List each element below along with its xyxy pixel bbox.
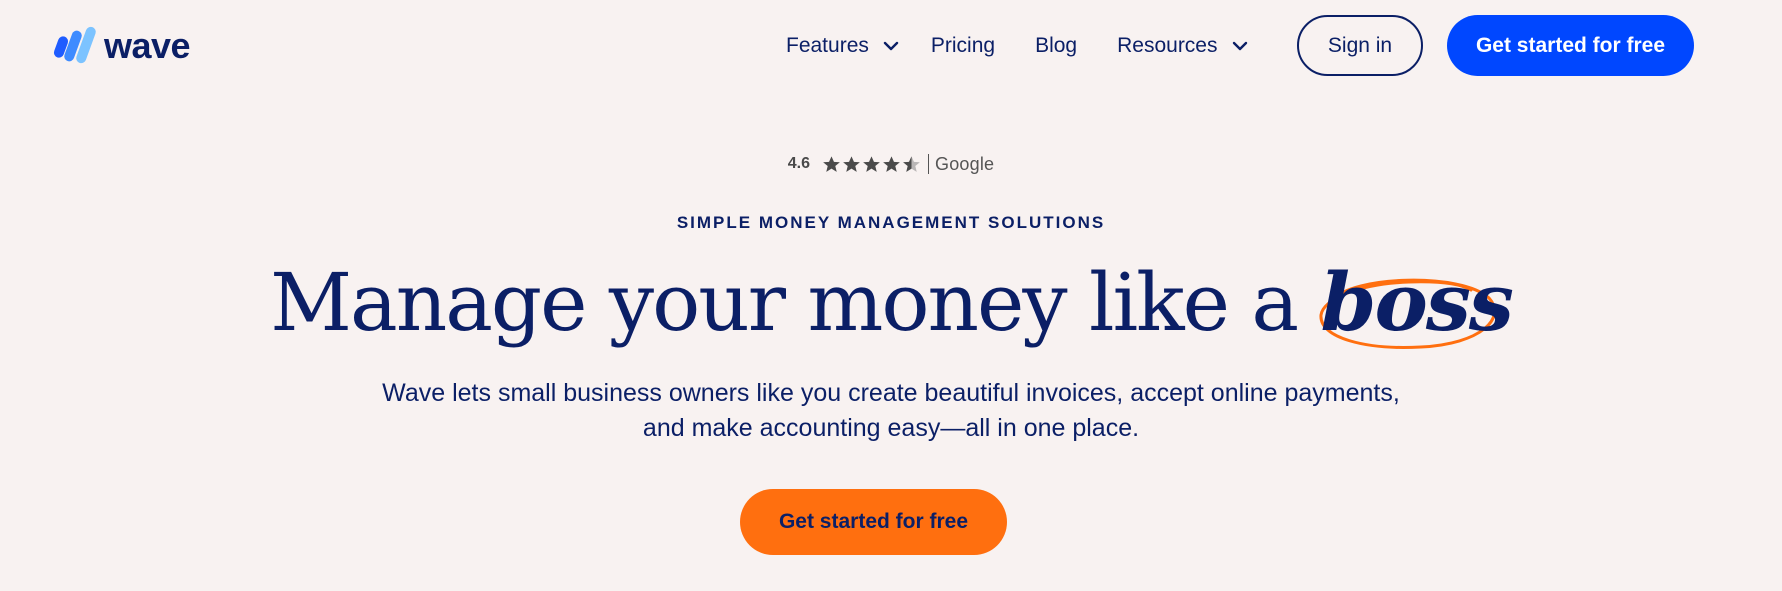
star-icon	[823, 155, 840, 172]
headline-emphasis: boss	[1320, 255, 1514, 349]
nav-item-label: Blog	[1035, 34, 1078, 57]
nav-item-blog[interactable]: Blog	[1035, 34, 1077, 58]
hero-subtext-line: and make accounting easy—all in one plac…	[642, 414, 1140, 442]
star-icon	[843, 155, 860, 172]
hero-subtext: Wave lets small business owners like you…	[0, 376, 1782, 446]
nav-item-label: Features	[786, 34, 869, 57]
rating-stars	[822, 155, 922, 174]
star-icon	[883, 155, 900, 172]
site-header: wave Features Pricing Blog Resources Sig…	[0, 0, 1782, 92]
hero-subtext-line: Wave lets small business owners like you…	[382, 379, 1400, 407]
main-nav: Features Pricing Blog Resources	[786, 22, 1280, 70]
rating-divider	[928, 154, 929, 174]
hero-headline: Manage your money like a boss	[0, 252, 1782, 353]
chevron-down-icon	[1232, 41, 1247, 51]
hero-eyebrow: SIMPLE MONEY MANAGEMENT SOLUTIONS	[676, 213, 1106, 232]
wave-logo-icon	[53, 26, 96, 64]
chevron-down-icon	[883, 41, 899, 51]
nav-item-resources[interactable]: Resources	[1117, 34, 1249, 58]
header-get-started-button[interactable]: Get started for free	[1447, 15, 1694, 76]
nav-item-features[interactable]: Features	[786, 34, 901, 58]
nav-item-label: Pricing	[930, 34, 996, 57]
nav-item-label: Resources	[1117, 34, 1218, 57]
half-star-icon	[903, 155, 920, 172]
headline-emphasis-wrap: boss	[1319, 252, 1514, 353]
google-label: Google	[935, 153, 995, 174]
rating-score: 4.6	[787, 155, 810, 172]
google-rating: 4.6 Google	[0, 152, 1782, 176]
wave-logo-link[interactable]: wave	[52, 24, 191, 68]
nav-item-pricing[interactable]: Pricing	[931, 34, 995, 58]
wave-wordmark: wave	[104, 25, 191, 66]
hero-get-started-button[interactable]: Get started for free	[740, 489, 1007, 555]
headline-lead: Manage your money like a	[270, 256, 1321, 349]
sign-in-button[interactable]: Sign in	[1297, 15, 1423, 76]
star-icon	[863, 155, 880, 172]
